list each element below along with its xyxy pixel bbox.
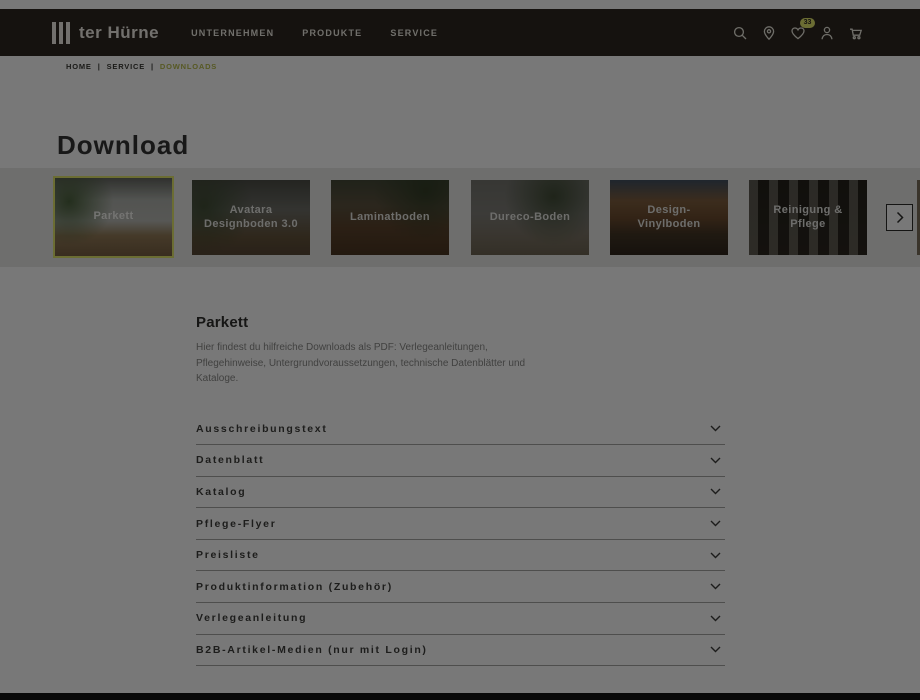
accordion-item-label: B2B-Artikel-Medien (nur mit Login) — [196, 644, 428, 656]
category-carousel: Parkett Avatara Designboden 3.0 Laminatb… — [0, 168, 920, 267]
accordion-item-b2b-artikel-medien[interactable]: B2B-Artikel-Medien (nur mit Login) — [196, 635, 725, 667]
page-title: Download — [57, 130, 189, 161]
chevron-down-icon — [710, 552, 721, 559]
breadcrumb-downloads[interactable]: DOWNLOADS — [160, 62, 217, 71]
card-label: Design-Vinylboden — [610, 180, 728, 255]
carousel-next-button[interactable] — [886, 204, 913, 231]
accordion-item-label: Produktinformation (Zubehör) — [196, 581, 393, 593]
category-card-design-vinylboden[interactable]: Design-Vinylboden — [610, 180, 728, 255]
chevron-down-icon — [710, 425, 721, 432]
category-card-dureco-boden[interactable]: Dureco-Boden — [471, 180, 589, 255]
header-icons: 33 — [732, 25, 864, 41]
card-label: Avatara Designboden 3.0 — [192, 180, 310, 255]
accordion-item-pflege-flyer[interactable]: Pflege-Flyer — [196, 508, 725, 540]
breadcrumb-separator: | — [151, 62, 154, 71]
site-header: ter Hürne UNTERNEHMEN PRODUKTE SERVICE 3… — [0, 9, 920, 56]
accordion-item-datenblatt[interactable]: Datenblatt — [196, 445, 725, 477]
section-title: Parkett — [196, 314, 725, 331]
chevron-down-icon — [710, 457, 721, 464]
wishlist-count-badge: 33 — [800, 18, 815, 28]
breadcrumb-service[interactable]: SERVICE — [107, 62, 145, 71]
download-content: Parkett Hier findest du hilfreiche Downl… — [196, 314, 725, 666]
accordion-item-label: Pflege-Flyer — [196, 518, 277, 530]
chevron-down-icon — [710, 583, 721, 590]
chevron-right-icon — [896, 211, 904, 224]
accordion-item-label: Verlegeanleitung — [196, 612, 307, 624]
terhuerne-logo[interactable]: ter Hürne — [52, 22, 159, 44]
card-label: Parkett — [55, 178, 172, 256]
section-description: Hier findest du hilfreiche Downloads als… — [196, 340, 544, 387]
nav-item-unternehmen[interactable]: UNTERNEHMEN — [191, 28, 274, 38]
accordion-item-label: Preisliste — [196, 549, 260, 561]
category-card-parkett[interactable]: Parkett — [53, 176, 174, 258]
category-card-avatara-designboden[interactable]: Avatara Designboden 3.0 — [192, 180, 310, 255]
category-card-laminatboden[interactable]: Laminatboden — [331, 180, 449, 255]
breadcrumb-home[interactable]: HOME — [66, 62, 92, 71]
accordion-item-label: Katalog — [196, 486, 246, 498]
category-card-reinigung-pflege[interactable]: Reinigung & Pflege — [749, 180, 867, 255]
chevron-down-icon — [710, 646, 721, 653]
footer-edge — [0, 693, 920, 700]
card-label: Dureco-Boden — [471, 180, 589, 255]
main-nav: UNTERNEHMEN PRODUKTE SERVICE — [191, 28, 438, 38]
store-locator-icon[interactable] — [761, 25, 777, 41]
chevron-down-icon — [710, 520, 721, 527]
accordion-item-preisliste[interactable]: Preisliste — [196, 540, 725, 572]
chevron-down-icon — [710, 488, 721, 495]
logo-bars-icon — [52, 22, 70, 44]
card-label: Laminatboden — [331, 180, 449, 255]
accordion-item-katalog[interactable]: Katalog — [196, 477, 725, 509]
downloads-accordion: Ausschreibungstext Datenblatt Katalog Pf… — [196, 414, 725, 667]
accordion-item-produktinformation[interactable]: Produktinformation (Zubehör) — [196, 571, 725, 603]
search-icon[interactable] — [732, 25, 748, 41]
accordion-item-ausschreibungstext[interactable]: Ausschreibungstext — [196, 414, 725, 446]
logo-text: ter Hürne — [79, 23, 159, 43]
nav-item-service[interactable]: SERVICE — [390, 28, 438, 38]
nav-item-produkte[interactable]: PRODUKTE — [302, 28, 362, 38]
accordion-item-verlegeanleitung[interactable]: Verlegeanleitung — [196, 603, 725, 635]
card-label: Reinigung & Pflege — [749, 180, 867, 255]
accordion-item-label: Datenblatt — [196, 454, 264, 466]
breadcrumb-separator: | — [98, 62, 101, 71]
accordion-item-label: Ausschreibungstext — [196, 423, 328, 435]
cart-icon[interactable] — [848, 25, 864, 41]
wishlist-heart-icon[interactable]: 33 — [790, 25, 806, 41]
breadcrumb: HOME | SERVICE | DOWNLOADS — [66, 62, 217, 71]
chevron-down-icon — [710, 615, 721, 622]
account-icon[interactable] — [819, 25, 835, 41]
